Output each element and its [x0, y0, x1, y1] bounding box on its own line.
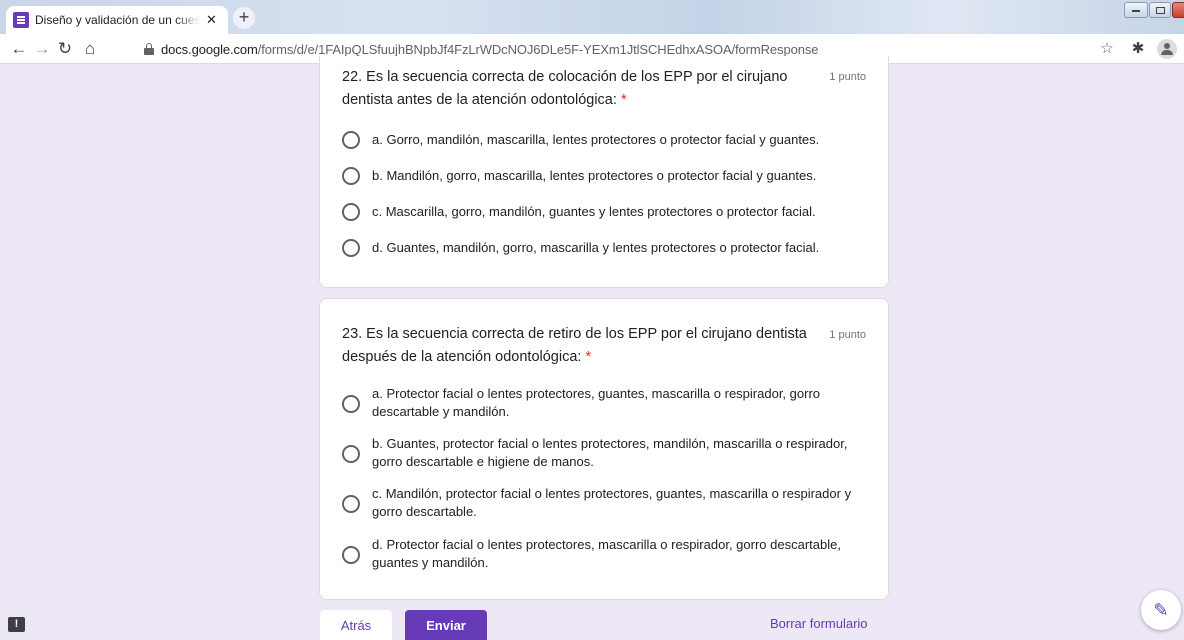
question-title: 23. Es la secuencia correcta de retiro d… — [342, 323, 812, 369]
question-points: 1 punto — [829, 71, 866, 83]
window-minimize-button[interactable] — [1124, 2, 1148, 18]
google-forms-favicon-icon — [13, 12, 29, 28]
option-label[interactable]: a. Protector facial o lentes protectores… — [372, 385, 842, 421]
option-label[interactable]: b. Mandilón, gorro, mascarilla, lentes p… — [372, 167, 816, 185]
tab-active[interactable]: Diseño y validación de un cuestio ✕ — [6, 6, 228, 34]
radio-option-a[interactable]: a. Protector facial o lentes protectores… — [342, 385, 862, 421]
question-title: 22. Es la secuencia correcta de colocaci… — [342, 66, 812, 112]
submit-button[interactable]: Enviar — [405, 610, 487, 640]
question-points: 1 punto — [829, 329, 866, 341]
profile-icon[interactable] — [1157, 39, 1177, 59]
radio-option-b[interactable]: b. Mandilón, gorro, mascarilla, lentes p… — [342, 167, 862, 185]
question-card-23: 23. Es la secuencia correcta de retiro d… — [319, 298, 889, 600]
option-label[interactable]: b. Guantes, protector facial o lentes pr… — [372, 435, 852, 471]
arrow-right-icon[interactable]: → — [32, 39, 52, 59]
lock-icon[interactable] — [144, 43, 154, 55]
window-maximize-button[interactable] — [1149, 2, 1171, 18]
reload-icon[interactable]: ↻ — [55, 39, 75, 59]
feedback-icon[interactable]: ! — [8, 617, 25, 632]
back-button[interactable]: Atrás — [320, 610, 392, 640]
radio-button[interactable] — [342, 495, 360, 513]
radio-option-c[interactable]: c. Mascarilla, gorro, mandilón, guantes … — [342, 203, 862, 221]
radio-button[interactable] — [342, 239, 360, 257]
clear-form-button[interactable]: Borrar formulario — [770, 616, 868, 631]
option-label[interactable]: d. Guantes, mandilón, gorro, mascarilla … — [372, 239, 819, 257]
home-icon[interactable]: ⌂ — [80, 39, 100, 59]
url-domain: docs.google.com — [161, 41, 258, 57]
option-label[interactable]: a. Gorro, mandilón, mascarilla, lentes p… — [372, 131, 819, 149]
url-path: /forms/d/e/1FAIpQLSfuujhBNpbJf4FzLrWDcNO… — [257, 41, 819, 57]
radio-option-b[interactable]: b. Guantes, protector facial o lentes pr… — [342, 435, 862, 471]
question-card-22: 22. Es la secuencia correcta de colocaci… — [319, 56, 889, 288]
arrow-left-icon[interactable]: ← — [9, 39, 29, 59]
tab-strip: Diseño y validación de un cuestio ✕ + — [0, 0, 1184, 34]
pencil-icon[interactable]: ✎ — [1141, 590, 1181, 630]
radio-button[interactable] — [342, 131, 360, 149]
new-tab-button[interactable]: + — [233, 7, 255, 29]
radio-button[interactable] — [342, 546, 360, 564]
radio-button[interactable] — [342, 395, 360, 413]
radio-option-c[interactable]: c. Mandilón, protector facial o lentes p… — [342, 485, 862, 521]
radio-button[interactable] — [342, 445, 360, 463]
radio-button[interactable] — [342, 167, 360, 185]
tab-title: Diseño y validación de un cuestio — [35, 13, 200, 27]
window-close-button[interactable] — [1172, 2, 1184, 18]
option-label[interactable]: c. Mandilón, protector facial o lentes p… — [372, 485, 852, 521]
url-text[interactable]: docs.google.com/forms/d/e/1FAIpQLSfuujhB… — [161, 42, 818, 57]
star-icon[interactable]: ☆ — [1097, 39, 1117, 59]
puzzle-icon[interactable]: ✱ — [1128, 39, 1148, 59]
required-asterisk: * — [585, 349, 592, 365]
radio-button[interactable] — [342, 203, 360, 221]
radio-option-a[interactable]: a. Gorro, mandilón, mascarilla, lentes p… — [342, 131, 862, 149]
option-label[interactable]: d. Protector facial o lentes protectores… — [372, 536, 852, 572]
option-label[interactable]: c. Mascarilla, gorro, mandilón, guantes … — [372, 203, 816, 221]
question-text: 23. Es la secuencia correcta de retiro d… — [342, 326, 807, 365]
radio-option-d[interactable]: d. Protector facial o lentes protectores… — [342, 536, 862, 572]
radio-option-d[interactable]: d. Guantes, mandilón, gorro, mascarilla … — [342, 239, 862, 257]
required-asterisk: * — [620, 92, 627, 108]
tab-close-icon[interactable]: ✕ — [206, 12, 217, 28]
question-text: 22. Es la secuencia correcta de colocaci… — [342, 69, 788, 108]
